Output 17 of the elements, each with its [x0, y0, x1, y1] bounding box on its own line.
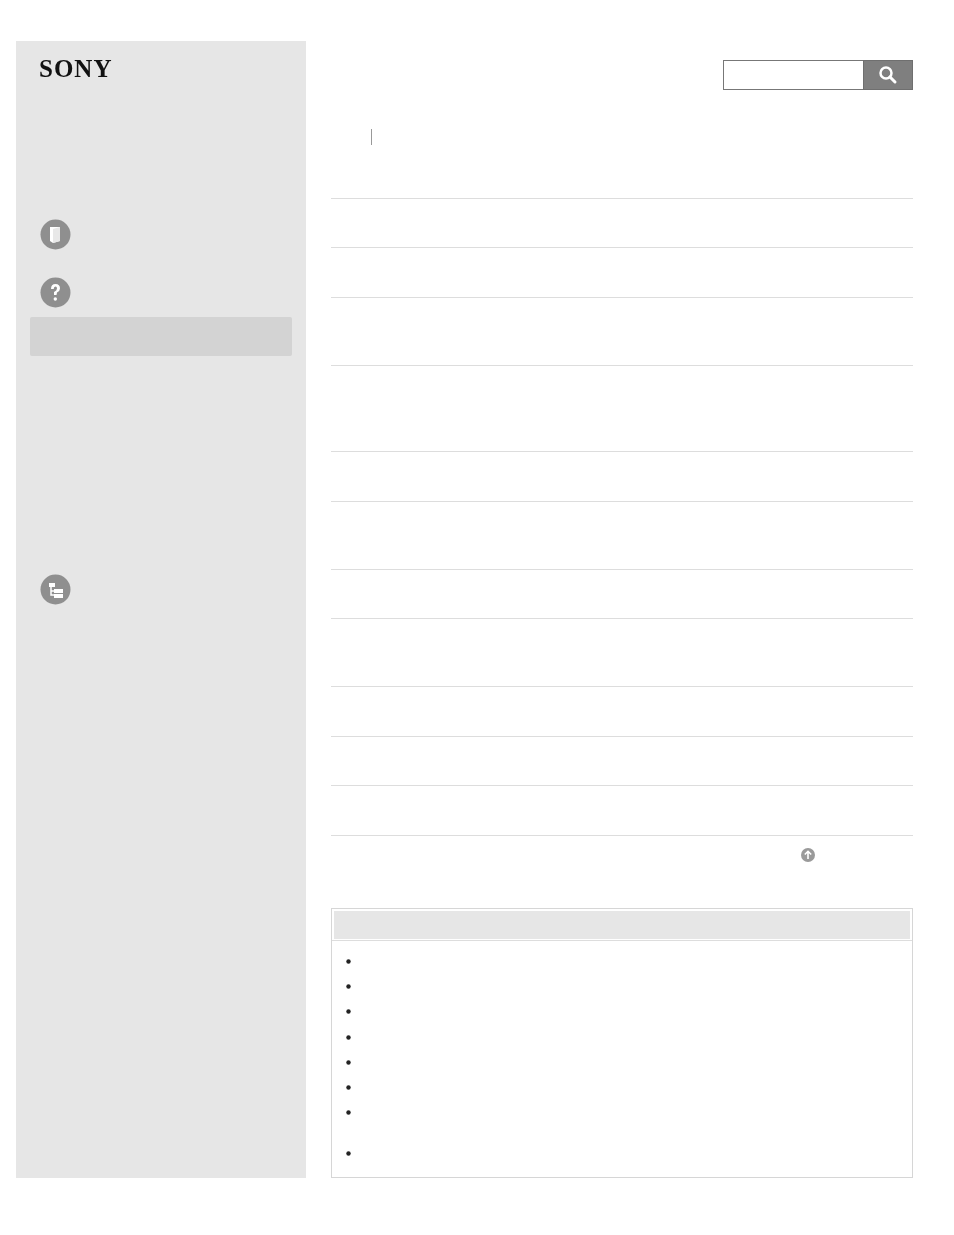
help-icon[interactable] [40, 277, 71, 308]
bullet-icon [346, 1110, 351, 1115]
bullet-icon [346, 959, 351, 964]
tree-icon[interactable] [40, 574, 71, 605]
book-icon[interactable] [40, 219, 71, 250]
bullet-icon [346, 1085, 351, 1090]
search-button[interactable] [863, 60, 913, 90]
bullet-icon [346, 984, 351, 989]
bullet-icon [346, 1035, 351, 1040]
search-icon [878, 65, 898, 85]
logo[interactable]: SONY [39, 55, 113, 83]
separator [371, 129, 372, 145]
bullet-icon [346, 1009, 351, 1014]
bullet-icon [346, 1151, 351, 1156]
bullet-icon [346, 1060, 351, 1065]
up-arrow-icon[interactable] [801, 848, 815, 862]
search-field[interactable] [723, 60, 863, 90]
